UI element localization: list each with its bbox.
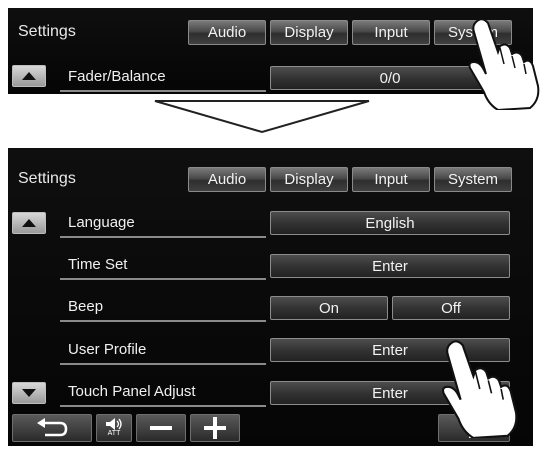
scroll-up-button[interactable] bbox=[12, 212, 46, 234]
tab-input[interactable]: Input bbox=[352, 167, 430, 192]
tab-system[interactable]: System bbox=[434, 167, 512, 192]
tapping-hand-icon bbox=[441, 340, 518, 438]
beep-off-button[interactable]: Off bbox=[392, 296, 510, 320]
settings-row-beep-label: Beep bbox=[60, 294, 266, 322]
att-button[interactable]: ATT bbox=[96, 414, 132, 442]
tab-audio[interactable]: Audio bbox=[188, 167, 266, 192]
tab-display[interactable]: Display bbox=[270, 167, 348, 192]
page-title: Settings bbox=[18, 23, 76, 40]
tab-input[interactable]: Input bbox=[352, 20, 430, 45]
tab-audio[interactable]: Audio bbox=[188, 20, 266, 45]
settings-screen-top: Settings Audio Display Input System Fade… bbox=[8, 8, 533, 94]
tab-display[interactable]: Display bbox=[270, 20, 348, 45]
back-button[interactable] bbox=[12, 414, 92, 442]
triangle-up-icon bbox=[22, 72, 36, 80]
volume-up-button[interactable] bbox=[190, 414, 240, 442]
scroll-down-button[interactable] bbox=[12, 382, 46, 404]
triangle-up-icon bbox=[22, 219, 36, 227]
settings-row-touch-panel-adjust-label: Touch Panel Adjust bbox=[60, 379, 266, 407]
scroll-up-button[interactable] bbox=[12, 65, 46, 87]
volume-down-button[interactable] bbox=[136, 414, 186, 442]
triangle-down-icon bbox=[22, 389, 36, 397]
time-set-enter-button[interactable]: Enter bbox=[270, 254, 510, 278]
settings-row-language-label: Language bbox=[60, 210, 266, 238]
page-title: Settings bbox=[18, 170, 76, 187]
return-arrow-icon bbox=[37, 418, 68, 437]
settings-row-label: Fader/Balance bbox=[60, 64, 266, 92]
transition-arrow-icon bbox=[154, 100, 370, 134]
settings-row-time-set-label: Time Set bbox=[60, 252, 266, 280]
speaker-att-icon bbox=[106, 418, 122, 430]
minus-icon bbox=[150, 426, 172, 430]
att-label: ATT bbox=[107, 430, 121, 437]
plus-icon bbox=[204, 417, 226, 439]
settings-row-user-profile-label: User Profile bbox=[60, 337, 266, 365]
language-value-button[interactable]: English bbox=[270, 211, 510, 235]
tapping-hand-icon bbox=[468, 18, 540, 110]
beep-on-button[interactable]: On bbox=[270, 296, 388, 320]
